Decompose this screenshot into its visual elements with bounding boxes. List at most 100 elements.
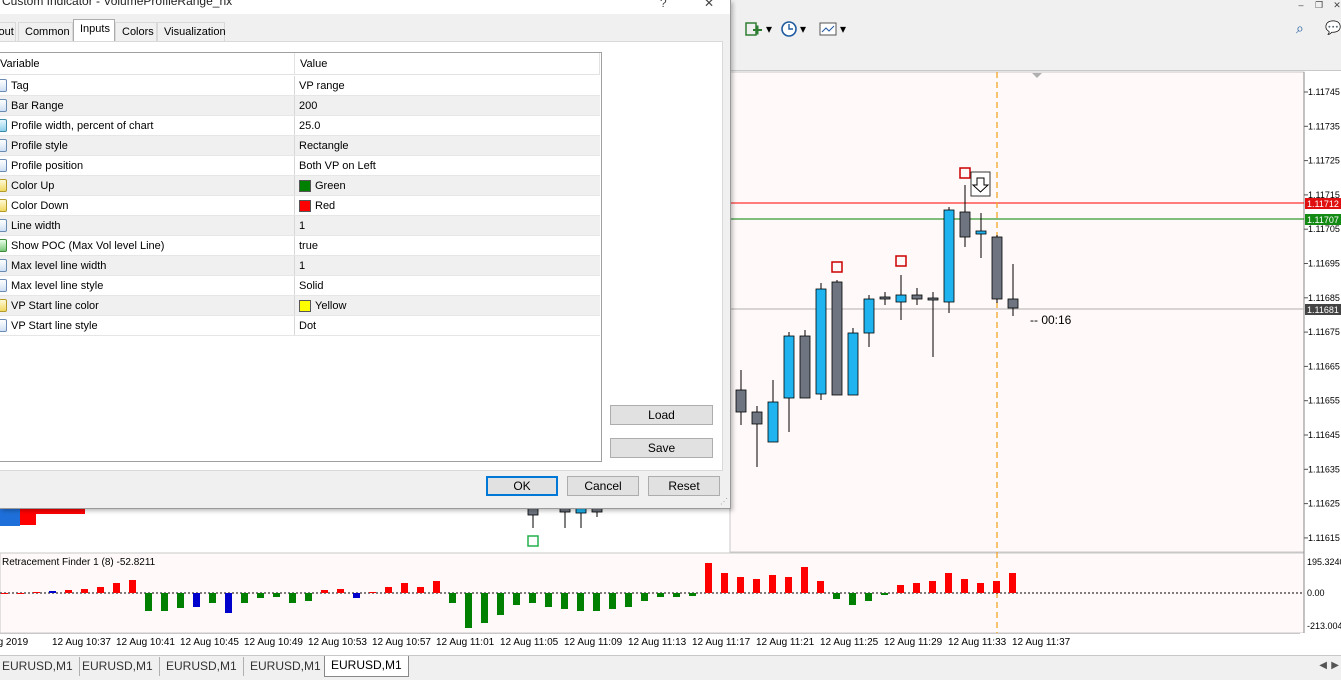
dialog-close-icon[interactable]: ✕	[704, 0, 714, 10]
indicator-bar	[257, 593, 264, 598]
input-row[interactable]: Color Up Green	[0, 176, 600, 196]
tab-colors[interactable]: Colors	[115, 22, 157, 41]
input-row[interactable]: VP Start line color Yellow	[0, 296, 600, 316]
indicator-bar	[305, 593, 312, 601]
color-swatch	[299, 199, 311, 212]
input-value-cell[interactable]: Solid	[294, 276, 600, 295]
candle-body	[895, 294, 907, 303]
candle-body	[735, 389, 747, 413]
input-value-cell[interactable]: 1	[294, 256, 600, 275]
input-value-text: Rectangle	[299, 139, 349, 152]
time-axis-label: 12 Aug 11:05	[500, 637, 559, 648]
input-row[interactable]: Bar Range 200	[0, 96, 600, 116]
input-value-cell[interactable]: Rectangle	[294, 136, 600, 155]
custom-indicator-dialog: Custom Indicator - VolumeProfileRange_nx…	[0, 0, 731, 509]
input-value-cell[interactable]: Yellow	[294, 296, 600, 315]
tabs-scroll-right-icon[interactable]: ▶	[1331, 660, 1339, 671]
input-row[interactable]: Max level line style Solid	[0, 276, 600, 296]
input-row[interactable]: Show POC (Max Vol level Line) true	[0, 236, 600, 256]
indicator-bar	[241, 593, 248, 603]
tab-about[interactable]: About	[0, 22, 16, 41]
input-value-text: VP range	[299, 79, 345, 92]
candle-body	[799, 335, 811, 399]
time-axis-label: 12 Aug 2019	[0, 637, 29, 648]
input-row[interactable]: Tag VP range	[0, 76, 600, 96]
color-swatch	[299, 299, 311, 312]
input-variable-label: VP Start line style	[11, 320, 98, 332]
input-row[interactable]: Profile position Both VP on Left	[0, 156, 600, 176]
column-header-variable[interactable]: Variable	[0, 53, 295, 75]
chart-tab[interactable]: EURUSD,M1	[324, 656, 409, 677]
chart-tab[interactable]: EURUSD,M1	[160, 657, 244, 676]
candle-body	[815, 288, 827, 395]
column-header-value[interactable]: Value	[295, 53, 600, 75]
input-row[interactable]: Line width 1	[0, 216, 600, 236]
resize-grip-icon[interactable]: ⋰	[720, 497, 728, 506]
input-value-cell[interactable]: true	[294, 236, 600, 255]
input-value-cell[interactable]: 25.0	[294, 116, 600, 135]
input-variable-cell: Profile width, percent of chart	[0, 116, 294, 135]
input-row[interactable]: VP Start line style Dot	[0, 316, 600, 336]
tabs-scroll-left-icon[interactable]: ◀	[1319, 660, 1327, 671]
indicator-bar	[33, 592, 40, 593]
price-axis-label: 1.11625	[1308, 499, 1340, 509]
indicator-bar	[209, 593, 216, 603]
indicator-bar	[993, 581, 1000, 593]
indicator-bar	[609, 593, 616, 609]
indicator-bar	[353, 593, 360, 598]
reset-button[interactable]: Reset	[648, 476, 720, 496]
chart-tab[interactable]: EURUSD,M1	[244, 657, 328, 676]
price-axis-label: 1.11745	[1308, 87, 1340, 97]
input-variable-cell: Line width	[0, 216, 294, 235]
help-icon[interactable]: ?	[660, 0, 667, 10]
input-value-cell[interactable]: Dot	[294, 316, 600, 335]
time-axis-label: 12 Aug 11:37	[1012, 637, 1071, 648]
time-axis-label: 12 Aug 10:45	[180, 637, 239, 648]
ok-button[interactable]: OK	[486, 476, 558, 496]
input-row[interactable]: Color Down Red	[0, 196, 600, 216]
indicator-bar	[593, 593, 600, 611]
chart-tab[interactable]: EURUSD,M1	[0, 657, 80, 676]
variable-type-icon	[0, 299, 7, 312]
indicator-bar	[369, 592, 376, 593]
input-variable-label: Bar Range	[11, 100, 64, 112]
tab-visualization[interactable]: Visualization	[157, 22, 226, 41]
candle-body	[959, 211, 971, 238]
input-value-cell[interactable]: 200	[294, 96, 600, 115]
indicator-bar	[433, 581, 440, 593]
load-button[interactable]: Load	[610, 405, 713, 425]
indicator-bar	[945, 573, 952, 593]
input-row[interactable]: Max level line width 1	[0, 256, 600, 276]
tab-common[interactable]: Common	[18, 22, 73, 41]
indicator-bar	[273, 593, 280, 597]
input-value-cell[interactable]: Both VP on Left	[294, 156, 600, 175]
chart-tab[interactable]: EURUSD,M1	[76, 657, 160, 676]
tab-inputs[interactable]: Inputs	[73, 19, 115, 42]
indicator-bar	[769, 575, 776, 593]
indicator-bar	[913, 583, 920, 593]
price-tag-label: 1.11712	[1307, 199, 1339, 209]
input-value-text: true	[299, 239, 318, 252]
input-row[interactable]: Profile style Rectangle	[0, 136, 600, 156]
indicator-bar	[113, 583, 120, 593]
price-axis-label: 1.11705	[1308, 224, 1340, 234]
indicator-bar	[849, 593, 856, 605]
indicator-bar	[561, 593, 568, 609]
input-row[interactable]: Profile width, percent of chart 25.0	[0, 116, 600, 136]
save-button[interactable]: Save	[610, 438, 713, 458]
input-value-cell[interactable]: Green	[294, 176, 600, 195]
time-axis-label: 12 Aug 10:41	[116, 637, 175, 648]
indicator-bar	[497, 593, 504, 615]
price-axis-label: 1.11655	[1308, 396, 1340, 406]
input-value-cell[interactable]: VP range	[294, 76, 600, 95]
time-axis-label: 12 Aug 11:29	[884, 637, 943, 648]
input-value-cell[interactable]: Red	[294, 196, 600, 215]
price-axis-label: 1.11675	[1308, 327, 1340, 337]
price-axis-label: 1.11665	[1308, 361, 1340, 371]
candle-body	[879, 296, 891, 300]
candle-body	[863, 298, 875, 334]
input-value-cell[interactable]: 1	[294, 216, 600, 235]
indicator-bar	[97, 587, 104, 593]
indicator-bar	[385, 587, 392, 593]
cancel-button[interactable]: Cancel	[567, 476, 639, 496]
